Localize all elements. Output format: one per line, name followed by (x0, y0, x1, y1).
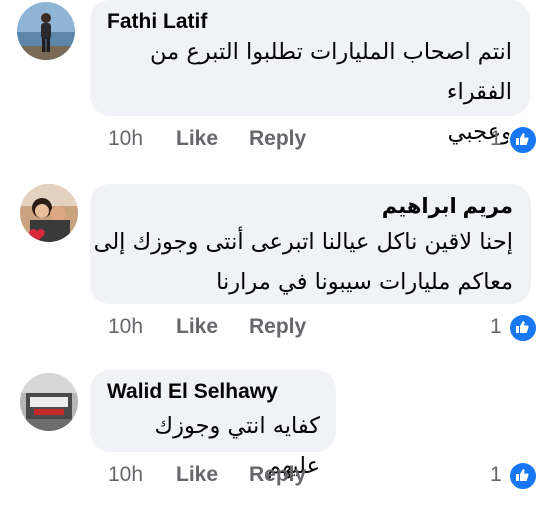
reaction-count[interactable]: 1 (490, 463, 502, 487)
reply-button[interactable]: Reply (249, 127, 306, 151)
like-button[interactable]: Like (176, 463, 218, 487)
like-button[interactable]: Like (176, 315, 218, 339)
avatar[interactable] (20, 373, 78, 431)
reaction-count[interactable]: 1 (490, 315, 502, 339)
comment-line: معاكم مليارات سيبونا في مرارنا (216, 269, 513, 295)
comment-timestamp[interactable]: 10h (108, 315, 143, 339)
comment-bubble: مريم ابراهيم إحنا لاقين ناكل عيالنا اتبر… (90, 184, 531, 304)
comment-timestamp[interactable]: 10h (108, 127, 143, 151)
comment-timestamp[interactable]: 10h (108, 463, 143, 487)
avatar[interactable] (20, 184, 78, 242)
comment-author[interactable]: مريم ابراهيم (382, 194, 513, 219)
reply-button[interactable]: Reply (249, 463, 306, 487)
comment-author[interactable]: Fathi Latif (107, 10, 207, 34)
thumbs-up-icon[interactable] (508, 313, 538, 343)
comment-line: انتم اصحاب المليارات تطلبوا التبرع من ال… (150, 39, 512, 105)
comment-actions: 10h Like Reply 1 (108, 313, 548, 345)
comment-bubble: Walid El Selhawy كفايه انتي وجوزك عليهم (90, 370, 336, 479)
avatar[interactable] (17, 2, 75, 60)
thumbs-up-icon[interactable] (508, 461, 538, 491)
thumbs-up-icon[interactable] (508, 125, 538, 155)
reaction-count[interactable]: 1 (490, 127, 502, 151)
comment-bubble: Fathi Latif انتم اصحاب المليارات تطلبوا … (90, 0, 530, 145)
comment-author[interactable]: Walid El Selhawy (107, 380, 278, 404)
comment-actions: 10h Like Reply 1 (108, 125, 548, 157)
like-button[interactable]: Like (176, 127, 218, 151)
comment-line: إحنا لاقين ناكل عيالنا اتبرعى أنتى وجوزك… (93, 229, 513, 255)
reply-button[interactable]: Reply (249, 315, 306, 339)
comment-actions: 10h Like Reply 1 (108, 461, 548, 493)
comment-text: إحنا لاقين ناكل عيالنا اتبرعى أنتى وجوزك… (93, 222, 513, 302)
